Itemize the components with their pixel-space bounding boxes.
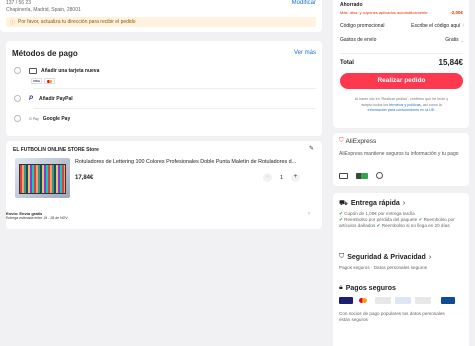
trust-badges (339, 172, 383, 179)
payment-methods-card: Métodos de pago Ver más Añadir una tarje… (6, 41, 322, 136)
payment-partner-logos (339, 297, 455, 304)
verified-badge-icon (356, 172, 368, 179)
shipping-cost[interactable]: Gratis ⌄ (445, 37, 464, 43)
payment-title: Métodos de pago (12, 49, 78, 58)
delivery-benefits: ✔ Cupón de 1,00€ por entrega tardía ✔ Re… (339, 211, 455, 229)
terms-link[interactable]: términos y políticas (389, 103, 421, 107)
card-radio[interactable] (14, 67, 21, 74)
paypal-radio[interactable] (14, 95, 21, 102)
address-line1: 137 / 56 23 (6, 0, 32, 6)
googlepay-radio[interactable] (14, 115, 21, 122)
secure-payments-header: 🔒︎ Pagos seguros (339, 284, 396, 292)
quantity-value[interactable]: 1 (280, 175, 283, 181)
security-text: Pagos seguros · Datos personales seguros (339, 265, 428, 270)
credit-card-icon (29, 67, 37, 74)
chevron-down-icon: ⌄ (460, 37, 464, 43)
chevron-right-icon: › (462, 23, 464, 29)
product-title[interactable]: Rotuladores de Lettering 100 Colores Pro… (75, 159, 315, 165)
legal-text: Al hacer clic en 'Realizar pedido', conf… (338, 97, 465, 114)
product-price: 17,84€ (75, 175, 94, 181)
security-privacy-header[interactable]: ⛉ Seguridad & Privacidad › (339, 253, 431, 261)
payment-option-label: Google Pay (42, 115, 71, 122)
guarantees-card: ⛟ Entrega rápida › ✔ Cupón de 1,00€ por … (333, 193, 469, 346)
jcb-logo-icon (441, 297, 455, 304)
visa-logo-icon (339, 297, 353, 304)
shipping-cost-label: Gastos de envío (340, 37, 377, 43)
product-image[interactable] (15, 158, 70, 198)
quantity-stepper: − 1 + (263, 173, 301, 182)
payment-option-paypal[interactable]: P Añadir PayPal (14, 95, 73, 102)
secure-payments-text: Con socios de pago populares tus datos p… (339, 311, 445, 323)
maestro-logo-icon (375, 297, 391, 304)
aliexpress-logo: AliExpress (345, 138, 377, 145)
shield-icon: ⛉ (339, 138, 344, 144)
saved-value: -2,00€ (450, 10, 463, 15)
shipping-date: Entrega estimada entre 19 - 28 de NOV (6, 216, 68, 220)
truck-icon: ⛟ (339, 200, 348, 207)
modify-address-link[interactable]: Modificar (292, 0, 316, 6)
verified-logo-icon (415, 297, 431, 304)
address-card: 137 / 56 23 Chapinería, Madrid, Spain, 2… (0, 0, 322, 32)
promo-label: Código promocional (340, 23, 385, 29)
store-name: EL FUTBOLIN ONLINE STORE Store (13, 147, 99, 153)
place-order-button[interactable]: Realizar pedido (340, 73, 463, 89)
eu-consumer-info-link[interactable]: información para consumidores en la UE. (338, 108, 465, 114)
saved-note: Más. dtos. y cupones aplicados automátic… (340, 10, 428, 15)
lock-icon: 🔒︎ (339, 284, 343, 291)
visa-icon: VISA (31, 78, 42, 84)
secure-card-icon (339, 172, 348, 179)
payment-option-googlepay[interactable]: G Pay Google Pay (14, 115, 70, 122)
paypal-icon: P (29, 95, 34, 102)
order-summary-card: Ahorrado Más. dtos. y cupones aplicados … (333, 0, 469, 128)
increase-quantity-button[interactable]: + (291, 173, 301, 182)
address-line2: Chapinería, Madrid, Spain, 28001 (6, 7, 81, 13)
store-card: EL FUTBOLIN ONLINE STORE Store ✎ Rotulad… (6, 141, 322, 229)
safekey-logo-icon (395, 297, 411, 304)
shield-check-icon: ⛉ (339, 253, 345, 260)
edit-icon[interactable]: ✎ (309, 145, 314, 152)
decrease-quantity-button[interactable]: − (263, 173, 272, 182)
promo-code-field[interactable]: Escribe el código aquí › (411, 23, 464, 29)
chevron-right-icon: › (402, 200, 406, 207)
fast-delivery-header[interactable]: ⛟ Entrega rápida › (339, 199, 405, 208)
privacy-icon (376, 172, 383, 179)
see-more-link[interactable]: Ver más (294, 50, 316, 56)
total-value: 15,84€ (438, 58, 463, 67)
trust-card: ⛉ AliExpress AliExpress mantiene seguros… (333, 133, 469, 186)
total-label: Total (340, 60, 354, 66)
trust-text: AliExpress mantiene seguros tu informaci… (339, 151, 459, 157)
chevron-right-icon[interactable]: › (308, 211, 310, 217)
google-pay-icon: G Pay (29, 116, 39, 121)
card-brands: VISA (31, 78, 57, 84)
warning-icon: ⓘ (10, 19, 16, 26)
payment-option-card[interactable]: Añadir una tarjeta nueva (14, 67, 99, 74)
payment-option-label: Añadir una tarjeta nueva (41, 67, 100, 74)
address-warning: ⓘ Por favor, actualiza tu dirección para… (6, 17, 316, 27)
mastercard-icon (44, 78, 55, 84)
mastercard-logo-icon (357, 297, 371, 304)
chevron-right-icon: › (428, 253, 432, 261)
payment-option-label: Añadir PayPal (39, 95, 73, 102)
saved-label: Ahorrado (340, 2, 363, 8)
